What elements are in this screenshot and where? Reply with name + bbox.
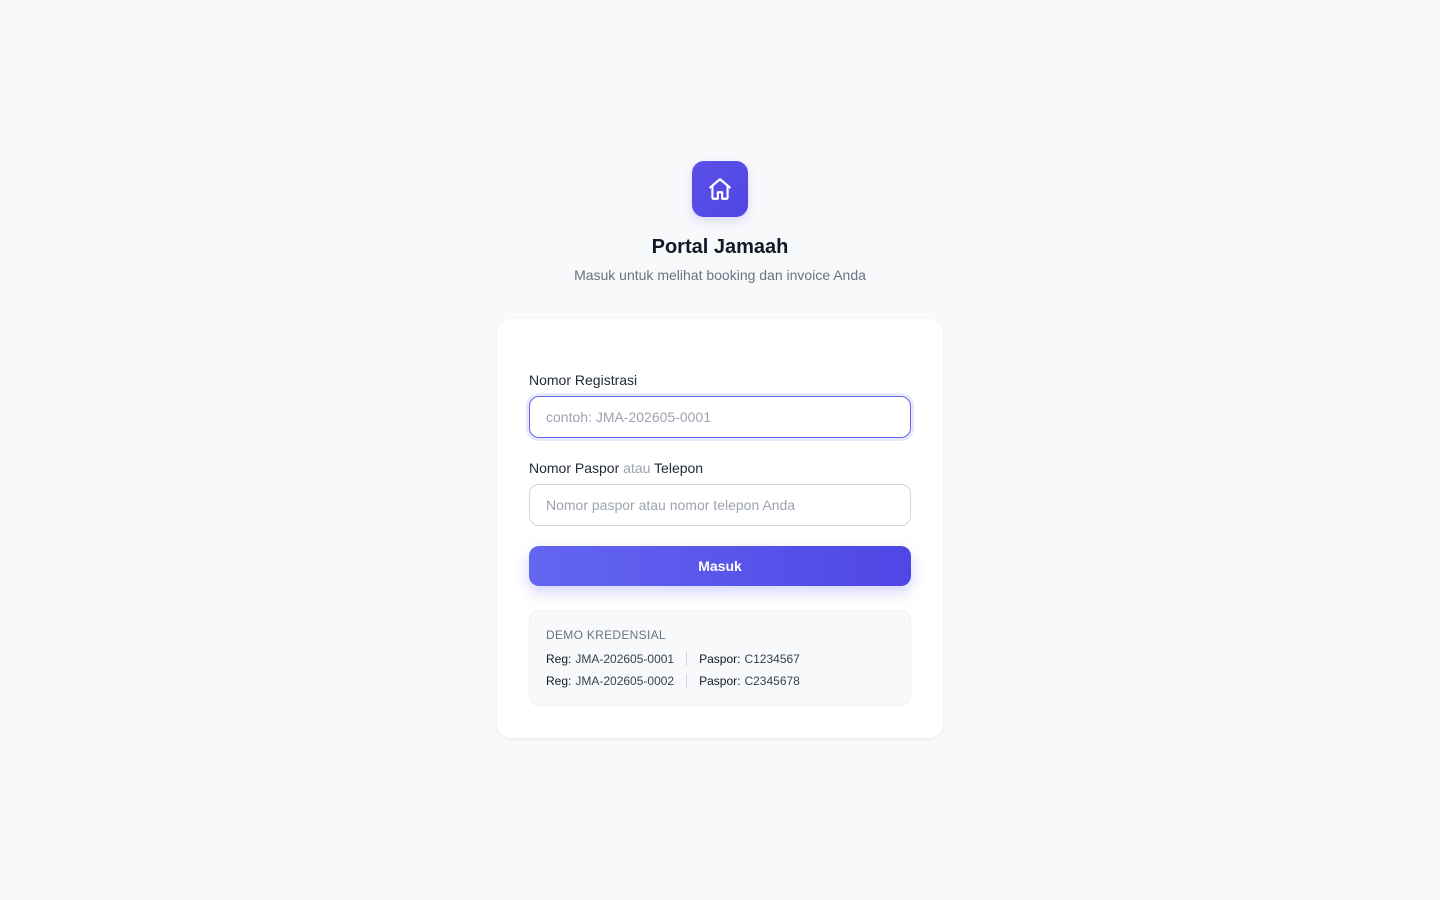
passport-value: C2345678 [744,674,800,688]
login-page: Portal Jamaah Masuk untuk melihat bookin… [0,0,1440,900]
credential-label: Nomor Paspor atau Telepon [529,459,703,477]
home-icon [709,178,731,200]
reg-value: JMA-202605-0002 [575,674,675,688]
demo-credentials-title: DEMO KREDENSIAL [546,628,666,642]
page-title: Portal Jamaah [651,236,789,258]
reg-key: Reg: [546,674,572,688]
demo-credentials-box: DEMO KREDENSIAL Reg: JMA-202605-0001 Pas… [529,610,911,706]
page-subtitle: Masuk untuk melihat booking dan invoice … [574,267,866,283]
reg-key: Reg: [546,652,572,666]
login-card: Nomor Registrasi Nomor Paspor atau Telep… [497,319,943,738]
credential-input[interactable] [529,484,911,526]
registration-input[interactable] [529,396,911,438]
login-button[interactable]: Masuk [529,546,911,586]
demo-credential-row: Reg: JMA-202605-0002 Paspor: C2345678 [546,674,800,688]
credential-label-or: atau [623,460,651,476]
passport-value: C1234567 [744,652,800,666]
passport-key: Paspor: [699,652,741,666]
reg-value: JMA-202605-0001 [575,652,675,666]
credential-label-alt: Telepon [654,460,704,476]
demo-credential-row: Reg: JMA-202605-0001 Paspor: C1234567 [546,652,800,666]
divider [686,674,688,688]
brand-logo [692,161,748,217]
divider [686,652,688,666]
registration-label: Nomor Registrasi [529,372,638,388]
credential-label-main: Nomor Paspor [529,460,620,476]
passport-key: Paspor: [699,674,741,688]
